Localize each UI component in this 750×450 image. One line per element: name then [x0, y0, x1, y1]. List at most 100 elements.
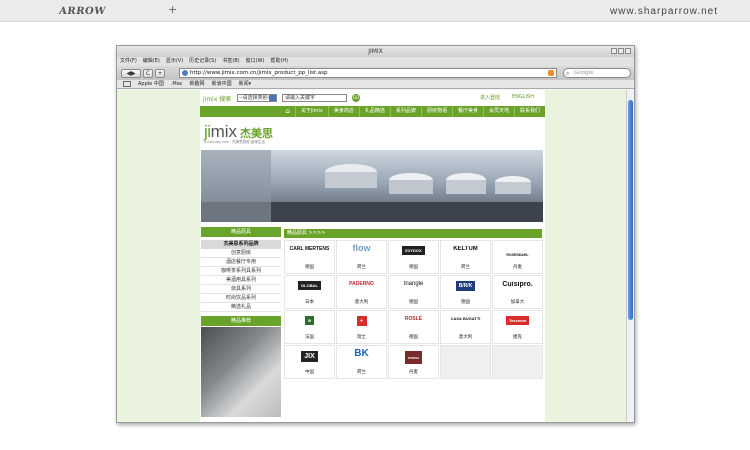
brand-name-text: menu [405, 351, 422, 364]
brand-name-text: JIX [301, 351, 318, 362]
address-bar[interactable]: http://www.jimix.com.cn/jimix_product_pp… [179, 68, 557, 78]
brand-cell[interactable]: Cuisipro. 加拿大 [492, 275, 543, 309]
sidebar-item-drinks[interactable]: 时尚饮品系列 [201, 294, 281, 303]
brand-name: CARL MERTENS [289, 246, 330, 252]
menu-help[interactable]: 帮助(H) [270, 57, 288, 66]
brand-cell[interactable]: BK 荷兰 [336, 345, 387, 379]
nav-dining[interactable]: 餐厅美食 [451, 106, 483, 117]
go-button[interactable]: GO [352, 94, 360, 102]
brand-country: 日本 [305, 300, 314, 305]
brand-cell[interactable]: RÖSLE 德国 [388, 310, 439, 344]
bookmark-news[interactable]: 新闻▾ [239, 80, 252, 88]
empty-cell [440, 345, 491, 379]
login-link[interactable]: 进入登陆 [480, 94, 500, 101]
brand-name: JIX [285, 351, 334, 362]
nav-gifts[interactable]: 礼品精选 [358, 106, 390, 117]
brand-name: ≋ [285, 316, 334, 325]
nav-kitchen[interactable]: 厨房物语 [420, 106, 452, 117]
brand-name: KELTUM [453, 246, 478, 252]
brand-cell[interactable]: ≋ 法国 [284, 310, 335, 344]
brand-cell[interactable]: KELTUM 荷兰 [440, 240, 491, 274]
sidebar-item-coffee[interactable]: 咖啡茶系列具系列 [201, 267, 281, 276]
sidebar-item-gifts[interactable]: 精选礼品 [201, 303, 281, 312]
menu-file[interactable]: 文件(F) [120, 57, 137, 66]
sidebar-subheader[interactable]: 杰美思系列品牌 [201, 240, 281, 249]
brand-list-header: 精品厨具 >>>> [284, 229, 542, 238]
sidebar-item-wine[interactable]: 美酒用具系列 [201, 276, 281, 285]
brand-country: 荷兰 [357, 265, 366, 270]
nav-contact[interactable]: 联系我们 [513, 106, 545, 117]
brand-cell[interactable]: ROSENDAHL 丹麦 [492, 240, 543, 274]
menu-edit[interactable]: 编辑(E) [143, 57, 160, 66]
brand-cell[interactable]: B/R/K 德国 [440, 275, 491, 309]
bookmark-apple[interactable]: Apple 中国 [138, 80, 164, 88]
brand-country: 瑞士 [357, 335, 366, 340]
category-select[interactable]: --请选择类别-- [237, 94, 277, 102]
brand-name: triangle [403, 281, 424, 287]
sidebar-item-cookware[interactable]: 烧具系列 [201, 285, 281, 294]
bookmark-sina[interactable]: 新浪中国 [212, 80, 232, 88]
globe-icon [182, 70, 188, 76]
keyword-input[interactable]: 请输入关键字 [282, 94, 347, 102]
english-link[interactable]: ENGLISH [512, 94, 534, 100]
site-nav: ⌂ 关于jimix 美食商店 礼品精选 系列品牌 厨房物语 餐厅美食 会员天地 … [200, 106, 545, 117]
menu-bookmarks[interactable]: 书签(B) [222, 57, 239, 66]
nav-members[interactable]: 会员天地 [482, 106, 514, 117]
bookmark-mac[interactable]: .Mac [171, 80, 183, 88]
brand-cell[interactable]: flow 荷兰 [336, 240, 387, 274]
brand-cell[interactable]: PADERNO 意大利 [336, 275, 387, 309]
brand-country: 意大利 [354, 300, 369, 305]
brand-list: 精品厨具 >>>> CARL MERTENS 德国 flow 荷兰 EZYDOX 德国… [284, 229, 543, 422]
search-field[interactable]: ⌕ Google [563, 68, 631, 78]
vertical-scrollbar[interactable] [626, 90, 634, 422]
empty-cell [492, 345, 543, 379]
brand-name-text: ≋ [304, 316, 315, 325]
brand-cell[interactable]: CASA BUGATTI 意大利 [440, 310, 491, 344]
back-forward-buttons[interactable]: ◀▶ [121, 68, 141, 78]
brand-cell[interactable]: CARL MERTENS 德国 [284, 240, 335, 274]
recommend-product-image[interactable] [201, 327, 281, 417]
plus-icon[interactable]: + [168, 3, 177, 16]
minimize-button[interactable] [611, 48, 617, 54]
menu-view[interactable]: 显示(V) [166, 57, 183, 66]
nav-shop[interactable]: 美食商店 [327, 106, 359, 117]
brand-cell[interactable]: ＋ 瑞士 [336, 310, 387, 344]
site-topbar: jimix 搜索 --请选择类别-- 请输入关键字 GO 进入登陆 ENGLIS… [200, 90, 545, 105]
brand-name: EZYDOX [389, 246, 438, 255]
brand-country: 中国 [305, 370, 314, 375]
page-viewport: jimix 搜索 --请选择类别-- 请输入关键字 GO 进入登陆 ENGLIS… [117, 90, 634, 422]
nav-brands[interactable]: 系列品牌 [389, 106, 421, 117]
nav-about[interactable]: 关于jimix [294, 106, 328, 117]
search-placeholder: Google [574, 70, 594, 76]
jimix-logo[interactable]: jimix 杰美思 a culinary mix · 杰美思厨房·品味生活 [204, 122, 273, 144]
rss-icon[interactable] [548, 70, 554, 76]
window-controls [611, 48, 631, 54]
brand-country: 德国 [409, 265, 418, 270]
sidebar-item-hotel[interactable]: 酒店餐厅专用 [201, 258, 281, 267]
scrollbar-thumb[interactable] [628, 100, 633, 320]
chevron-down-icon[interactable] [269, 95, 276, 101]
sidebar-item-creative[interactable]: 创意厨房 [201, 249, 281, 258]
brand-cell[interactable]: Tescoma 捷克 [492, 310, 543, 344]
add-bookmark-button[interactable]: + [155, 68, 165, 78]
bookmark-xinqu[interactable]: 新趣网 [190, 80, 205, 88]
brand-cell[interactable]: triangle 德国 [388, 275, 439, 309]
menu-window[interactable]: 窗口(W) [246, 57, 265, 66]
sidebar: 精品厨具 杰美思系列品牌 创意厨房 酒店餐厅专用 咖啡茶系列具系列 美酒用具系列… [201, 227, 281, 422]
address-text: http://www.jimix.com.cn/jimix_product_pp… [190, 70, 328, 76]
arrow-logo[interactable]: ARROW [58, 6, 106, 17]
forward-icon[interactable]: ▶ [131, 70, 136, 77]
maximize-button[interactable] [618, 48, 624, 54]
home-icon[interactable]: ⌂ [280, 106, 294, 117]
close-button[interactable] [625, 48, 631, 54]
brand-name: GLOBAL [285, 281, 334, 290]
logo-mix: mix [210, 122, 238, 141]
brand-cell[interactable]: EZYDOX 德国 [388, 240, 439, 274]
menu-history[interactable]: 历史记录(S) [189, 57, 216, 66]
bookmarks-book-icon[interactable] [123, 81, 131, 87]
brand-cell[interactable]: menu 丹麦 [388, 345, 439, 379]
brand-cell[interactable]: JIX 中国 [284, 345, 335, 379]
reload-button[interactable]: C [143, 68, 153, 78]
site-url[interactable]: www.sharparrow.net [610, 6, 718, 17]
brand-cell[interactable]: GLOBAL 日本 [284, 275, 335, 309]
